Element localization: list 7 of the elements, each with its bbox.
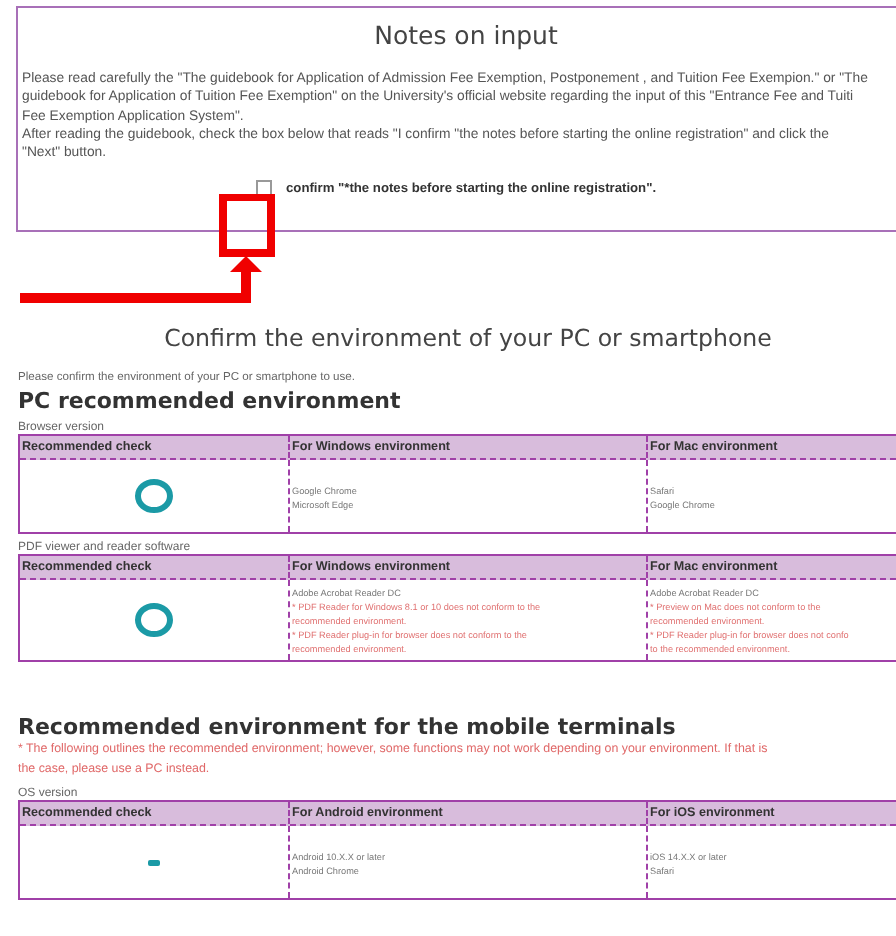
section-heading: Recommended environment for the mobile terminals [18,714,678,740]
circle-icon [134,478,174,514]
notes-title: Notes on input [372,20,560,50]
section-title: Confirm the environment of your PC or smartphone [162,324,774,352]
dash-icon [148,859,160,865]
section-heading: PC recommended environment [18,388,403,414]
circle-icon [134,602,174,638]
